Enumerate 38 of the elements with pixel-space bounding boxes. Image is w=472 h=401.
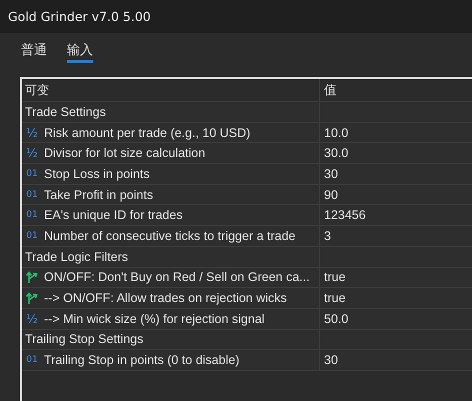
parameter-name: --> ON/OFF: Allow trades on rejection wicks <box>44 291 287 306</box>
group-label: Trailing Stop Settings <box>25 332 144 346</box>
parameter-name: Risk amount per trade (e.g., 10 USD) <box>44 126 250 140</box>
type-glyph: ½ <box>25 146 39 160</box>
parameter-name: EA's unique ID for trades <box>44 208 183 222</box>
branch-arrow-icon <box>25 291 39 306</box>
parameter-value: 90 <box>324 188 338 202</box>
parameter-value: 3 <box>324 228 331 243</box>
type-glyph: ½ <box>25 312 39 326</box>
type-glyph: 01 <box>25 230 39 241</box>
parameter-name: Trailing Stop in points (0 to disable) <box>44 353 240 368</box>
group-label: Trade Logic Filters <box>25 250 128 264</box>
type-glyph: ½ <box>25 126 39 140</box>
parameter-value: 30 <box>324 353 338 368</box>
parameter-name: Stop Loss in points <box>44 166 150 181</box>
window-title: Gold Grinder v7.0 5.00 <box>8 9 151 24</box>
tab[interactable]: 输入 <box>67 41 93 63</box>
column-header: 可变 <box>25 82 49 98</box>
parameter-value: 30 <box>324 166 338 181</box>
parameter-value: 50.0 <box>324 312 348 326</box>
parameter-value: true <box>324 270 346 284</box>
branch-arrow-icon <box>25 270 39 284</box>
parameter-value: true <box>324 291 346 306</box>
column-header: 值 <box>324 82 337 98</box>
parameter-name: Number of consecutive ticks to trigger a trade <box>44 228 296 243</box>
parameter-name: Take Profit in points <box>44 188 154 202</box>
type-glyph: 01 <box>25 190 39 200</box>
type-glyph: 01 <box>25 168 39 179</box>
parameter-value: 30.0 <box>324 146 348 160</box>
parameter-value: 123456 <box>324 208 366 222</box>
parameter-value: 10.0 <box>324 126 348 140</box>
parameter-name: --> Min wick size (%) for rejection signal <box>44 312 265 326</box>
type-glyph: 01 <box>25 355 39 366</box>
tab[interactable]: 普通 <box>21 41 47 63</box>
group-label: Trade Settings <box>25 104 106 119</box>
parameter-name: Divisor for lot size calculation <box>44 146 206 160</box>
type-glyph: 01 <box>25 210 39 220</box>
parameter-name: ON/OFF: Don't Buy on Red / Sell on Green ca... <box>44 270 310 284</box>
